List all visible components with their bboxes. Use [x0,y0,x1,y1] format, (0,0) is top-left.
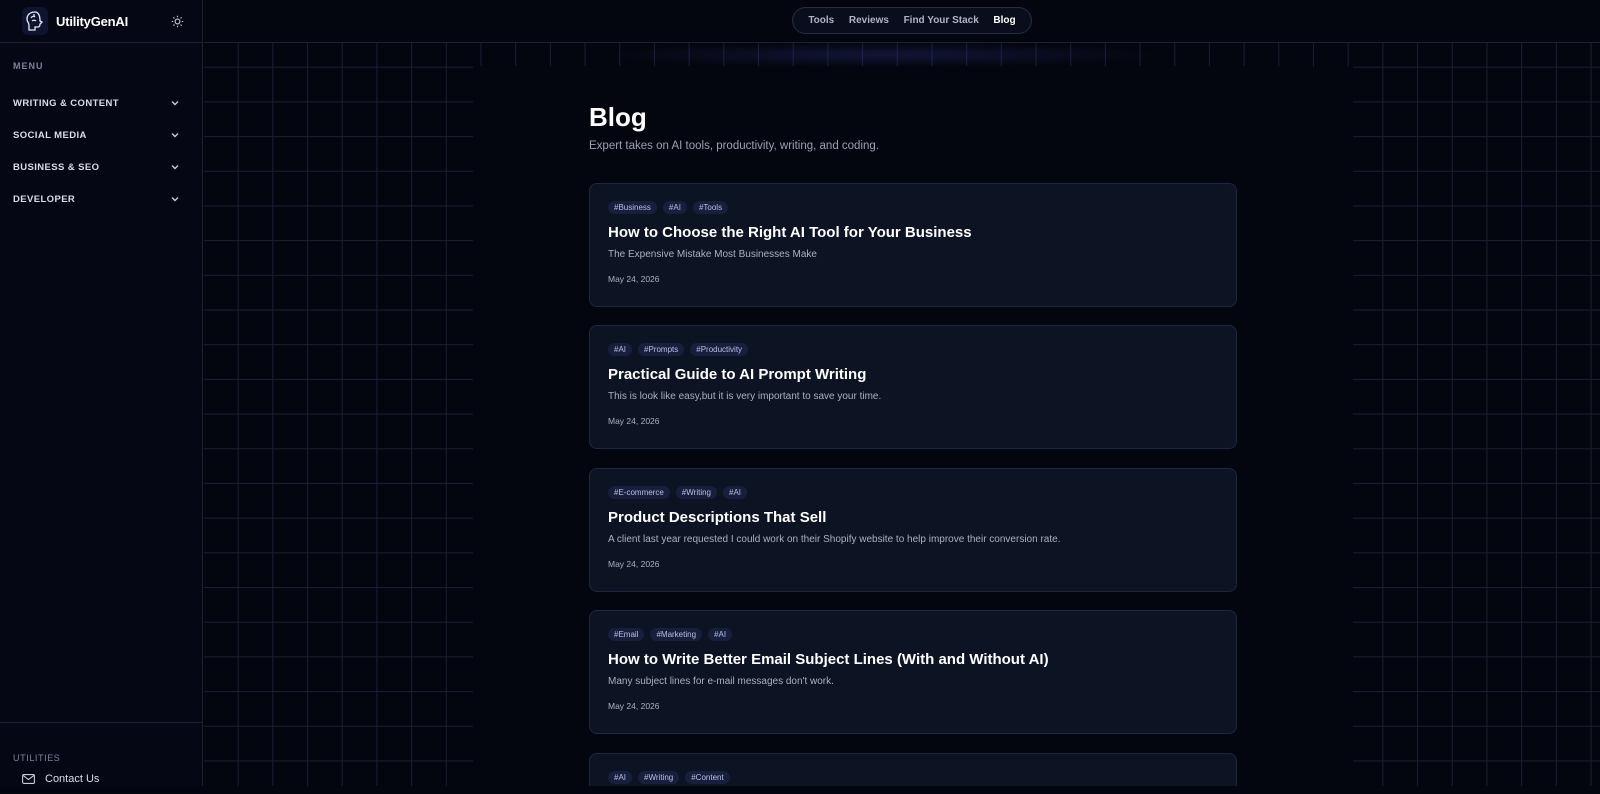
post-excerpt: A client last year requested I could wor… [608,534,1061,545]
post-tags: #Business #AI #Tools [608,201,1218,215]
brand: UtilityGenAI [0,0,202,43]
blog-post-card[interactable]: #E-commerce #Writing #AI Product Descrip… [589,468,1237,592]
blog-post-card[interactable]: #AI #Prompts #Productivity Practical Gui… [589,325,1237,449]
chevron-down-icon [170,98,180,108]
post-tag[interactable]: #AI [662,201,687,214]
sidebar-item-social-media[interactable]: SOCIAL MEDIA [0,119,202,151]
top-nav: Tools Reviews Find Your Stack Blog [792,7,1032,34]
nav-find-your-stack[interactable]: Find Your Stack [904,15,979,26]
post-tag[interactable]: #Productivity [690,343,749,356]
chevron-down-icon [170,194,180,204]
mail-icon [22,772,36,786]
post-tag[interactable]: #Tools [692,201,729,214]
nav-reviews[interactable]: Reviews [849,15,889,26]
blog-post-card[interactable]: #AI #Writing #Content [589,753,1237,786]
sidebar-item-label: WRITING & CONTENT [13,97,120,109]
utilities-label: UTILITIES [13,753,61,763]
post-tag[interactable]: #AI [608,771,633,784]
post-tag[interactable]: #Marketing [650,628,703,641]
post-title[interactable]: How to Write Better Email Subject Lines … [608,651,1218,668]
post-excerpt: Many subject lines for e-mail messages d… [608,676,834,687]
sidebar-item-label: BUSINESS & SEO [13,161,100,173]
menu-label: MENU [13,61,44,71]
blog-post-card[interactable]: #Business #AI #Tools How to Choose the R… [589,183,1237,307]
header-glow [604,43,1164,67]
page-title: Blog [589,102,647,132]
utilities-section: UTILITIES Contact Us [0,722,203,794]
post-date: May 24, 2026 [608,416,660,426]
sidebar-item-business-seo[interactable]: BUSINESS & SEO [0,151,202,183]
post-tags: #AI #Prompts #Productivity [608,343,1218,357]
post-tag[interactable]: #AI [608,343,633,356]
main-area: Tools Reviews Find Your Stack Blog Blog … [204,0,1600,786]
blog-post-card[interactable]: #Email #Marketing #AI How to Write Bette… [589,610,1237,734]
post-title[interactable]: Practical Guide to AI Prompt Writing [608,366,1218,383]
sidebar-item-label: DEVELOPER [13,193,76,205]
post-title[interactable]: Product Descriptions That Sell [608,509,1218,526]
sidebar-item-developer[interactable]: DEVELOPER [0,183,202,215]
top-bar: Tools Reviews Find Your Stack Blog [204,0,1600,43]
post-tags: #Email #Marketing #AI [608,628,1218,642]
contact-us-link[interactable]: Contact Us [0,764,203,794]
sidebar-item-label: SOCIAL MEDIA [13,129,87,141]
post-date: May 24, 2026 [608,274,660,284]
brain-logo-icon[interactable] [22,7,48,35]
sun-icon[interactable] [170,14,184,28]
nav-tools[interactable]: Tools [808,15,834,26]
post-tag[interactable]: #Writing [638,771,680,784]
post-date: May 24, 2026 [608,701,660,711]
contact-us-label: Contact Us [45,773,100,785]
post-date: May 24, 2026 [608,559,660,569]
sidebar-item-writing-content[interactable]: WRITING & CONTENT [0,87,202,119]
post-tag[interactable]: #AI [723,486,748,499]
post-tags: #E-commerce #Writing #AI [608,486,1218,500]
post-tag[interactable]: #Content [685,771,730,784]
post-tag[interactable]: #E-commerce [608,486,670,499]
post-tag[interactable]: #Writing [675,486,717,499]
post-title[interactable]: How to Choose the Right AI Tool for Your… [608,224,1218,241]
sidebar: UtilityGenAI MENU WRITING & CONTENT SOCI… [0,0,203,786]
chevron-down-icon [170,162,180,172]
post-tag[interactable]: #Prompts [638,343,685,356]
nav-blog[interactable]: Blog [993,15,1015,26]
post-tag[interactable]: #AI [708,628,733,641]
post-excerpt: This is look like easy,but it is very im… [608,391,882,402]
brand-name[interactable]: UtilityGenAI [56,14,128,29]
post-tag[interactable]: #Email [608,628,645,641]
post-tags: #AI #Writing #Content [608,771,1218,785]
chevron-down-icon [170,130,180,140]
post-excerpt: The Expensive Mistake Most Businesses Ma… [608,249,817,260]
post-tag[interactable]: #Business [608,201,657,214]
page-subtitle: Expert takes on AI tools, productivity, … [589,140,879,152]
